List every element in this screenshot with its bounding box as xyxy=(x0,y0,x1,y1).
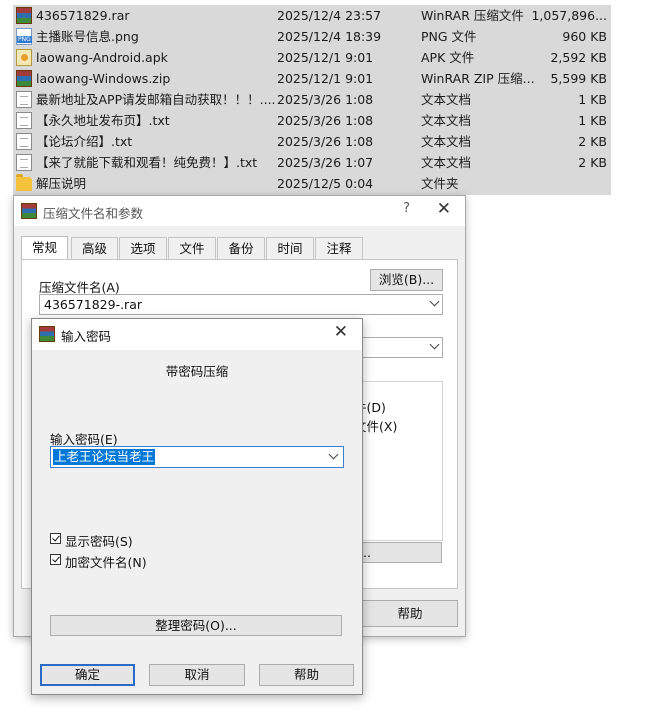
browse-button[interactable]: 浏览(B)... xyxy=(370,269,443,291)
tab-time[interactable]: 时间 xyxy=(266,237,314,259)
file-type: 文本文档 xyxy=(421,113,472,128)
file-name: 主播账号信息.png xyxy=(36,29,139,44)
archive-name-combo[interactable]: 436571829-.rar xyxy=(39,294,443,315)
password-input[interactable]: 上老王论坛当老王 xyxy=(50,446,344,468)
organize-passwords-button[interactable]: 整理密码(O)... xyxy=(50,615,342,636)
winrar-icon xyxy=(39,326,55,342)
apk-icon xyxy=(16,49,32,66)
file-type: 文件夹 xyxy=(421,176,459,191)
help-button[interactable]: 帮助 xyxy=(362,600,458,627)
file-row[interactable]: 【永久地址发布页】.txt 2025/3/26 1:08 文本文档 1 KB xyxy=(13,110,611,131)
show-password-label: 显示密码(S) xyxy=(65,534,133,549)
file-name: 【来了就能下载和观看！纯免费！】.txt xyxy=(36,155,258,170)
file-type: 文本文档 xyxy=(421,134,472,149)
file-date: 2025/12/4 18:39 xyxy=(277,29,382,44)
file-date: 2025/12/5 0:04 xyxy=(277,176,374,191)
chevron-down-icon[interactable] xyxy=(429,296,440,307)
password-value: 上老王论坛当老王 xyxy=(53,449,156,465)
tab-backup[interactable]: 备份 xyxy=(217,237,265,259)
file-type: 文本文档 xyxy=(421,92,472,107)
close-icon[interactable]: ✕ xyxy=(334,322,348,342)
archive-name-value: 436571829-.rar xyxy=(44,297,142,312)
png-icon xyxy=(16,28,32,45)
file-size: 2 KB xyxy=(578,155,607,170)
tab-comment[interactable]: 注释 xyxy=(315,237,363,259)
help-button[interactable]: 帮助 xyxy=(259,664,354,686)
file-date: 2025/3/26 1:08 xyxy=(277,113,374,128)
file-date: 2025/12/1 9:01 xyxy=(277,50,374,65)
file-name: laowang-Windows.zip xyxy=(36,71,171,86)
tab-options[interactable]: 选项 xyxy=(119,237,167,259)
file-size: 1,057,896... xyxy=(531,8,607,23)
dialog-title: 输入密码 xyxy=(61,329,112,344)
file-name: 【永久地址发布页】.txt xyxy=(36,113,170,128)
cancel-button[interactable]: 取消 xyxy=(149,664,245,686)
checkbox-checked-icon[interactable] xyxy=(50,533,61,544)
dialog-heading: 带密码压缩 xyxy=(165,364,229,379)
file-type: PNG 文件 xyxy=(421,29,477,44)
txt-icon xyxy=(16,91,32,108)
file-size: 2,592 KB xyxy=(550,50,607,65)
ok-button[interactable]: 确定 xyxy=(40,664,135,686)
file-type: WinRAR 压缩文件 xyxy=(421,8,524,23)
file-row[interactable]: laowang-Android.apk 2025/12/1 9:01 APK 文… xyxy=(13,47,611,68)
file-name: laowang-Android.apk xyxy=(36,50,168,65)
dialog-titlebar[interactable]: 压缩文件名和参数 ? ✕ xyxy=(14,196,465,226)
file-list: 436571829.rar 2025/12/4 23:57 WinRAR 压缩文… xyxy=(13,5,611,195)
file-date: 2025/3/26 1:08 xyxy=(277,134,374,149)
file-size: 960 KB xyxy=(562,29,607,44)
file-name: 解压说明 xyxy=(36,176,87,191)
file-size: 1 KB xyxy=(578,113,607,128)
tab-files[interactable]: 文件 xyxy=(168,237,216,259)
chevron-down-icon[interactable] xyxy=(328,449,339,460)
file-row[interactable]: laowang-Windows.zip 2025/12/1 9:01 WinRA… xyxy=(13,68,611,89)
zip-icon xyxy=(16,70,32,87)
file-type: APK 文件 xyxy=(421,50,475,65)
file-date: 2025/3/26 1:08 xyxy=(277,92,374,107)
file-size: 5,599 KB xyxy=(550,71,607,86)
file-name: 最新地址及APP请发邮箱自动获取！！！.... xyxy=(36,92,276,107)
file-row[interactable]: 【论坛介绍】.txt 2025/3/26 1:08 文本文档 2 KB xyxy=(13,131,611,152)
file-row[interactable]: 主播账号信息.png 2025/12/4 18:39 PNG 文件 960 KB xyxy=(13,26,611,47)
file-name: 436571829.rar xyxy=(36,8,130,23)
file-type: 文本文档 xyxy=(421,155,472,170)
tab-general[interactable]: 常规 xyxy=(21,236,68,260)
checkbox-checked-icon[interactable] xyxy=(50,554,61,565)
file-date: 2025/3/26 1:07 xyxy=(277,155,374,170)
encrypt-filenames-label: 加密文件名(N) xyxy=(65,555,147,570)
file-row[interactable]: 【来了就能下载和观看！纯免费！】.txt 2025/3/26 1:07 文本文档… xyxy=(13,152,611,173)
rar-icon xyxy=(16,7,32,24)
help-icon[interactable]: ? xyxy=(403,201,410,216)
file-size: 1 KB xyxy=(578,92,607,107)
file-date: 2025/12/4 23:57 xyxy=(277,8,382,23)
txt-icon xyxy=(16,133,32,150)
file-name: 【论坛介绍】.txt xyxy=(36,134,133,149)
dialog-titlebar[interactable]: 输入密码 ✕ xyxy=(32,319,362,350)
enter-password-dialog: 输入密码 ✕ 带密码压缩 输入密码(E) 上老王论坛当老王 显示密码(S) 加密… xyxy=(31,318,363,695)
file-row[interactable]: 解压说明 2025/12/5 0:04 文件夹 xyxy=(13,173,611,194)
chevron-down-icon[interactable] xyxy=(429,339,440,350)
close-icon[interactable]: ✕ xyxy=(437,199,451,219)
file-row[interactable]: 436571829.rar 2025/12/4 23:57 WinRAR 压缩文… xyxy=(13,5,611,26)
txt-icon xyxy=(16,112,32,129)
file-row[interactable]: 最新地址及APP请发邮箱自动获取！！！.... 2025/3/26 1:08 文… xyxy=(13,89,611,110)
folder-icon xyxy=(16,174,32,191)
tab-advanced[interactable]: 高级 xyxy=(71,237,118,259)
file-date: 2025/12/1 9:01 xyxy=(277,71,374,86)
txt-icon xyxy=(16,154,32,171)
dialog-title: 压缩文件名和参数 xyxy=(43,206,144,221)
winrar-icon xyxy=(21,203,37,219)
file-type: WinRAR ZIP 压缩... xyxy=(421,71,535,86)
file-size: 2 KB xyxy=(578,134,607,149)
